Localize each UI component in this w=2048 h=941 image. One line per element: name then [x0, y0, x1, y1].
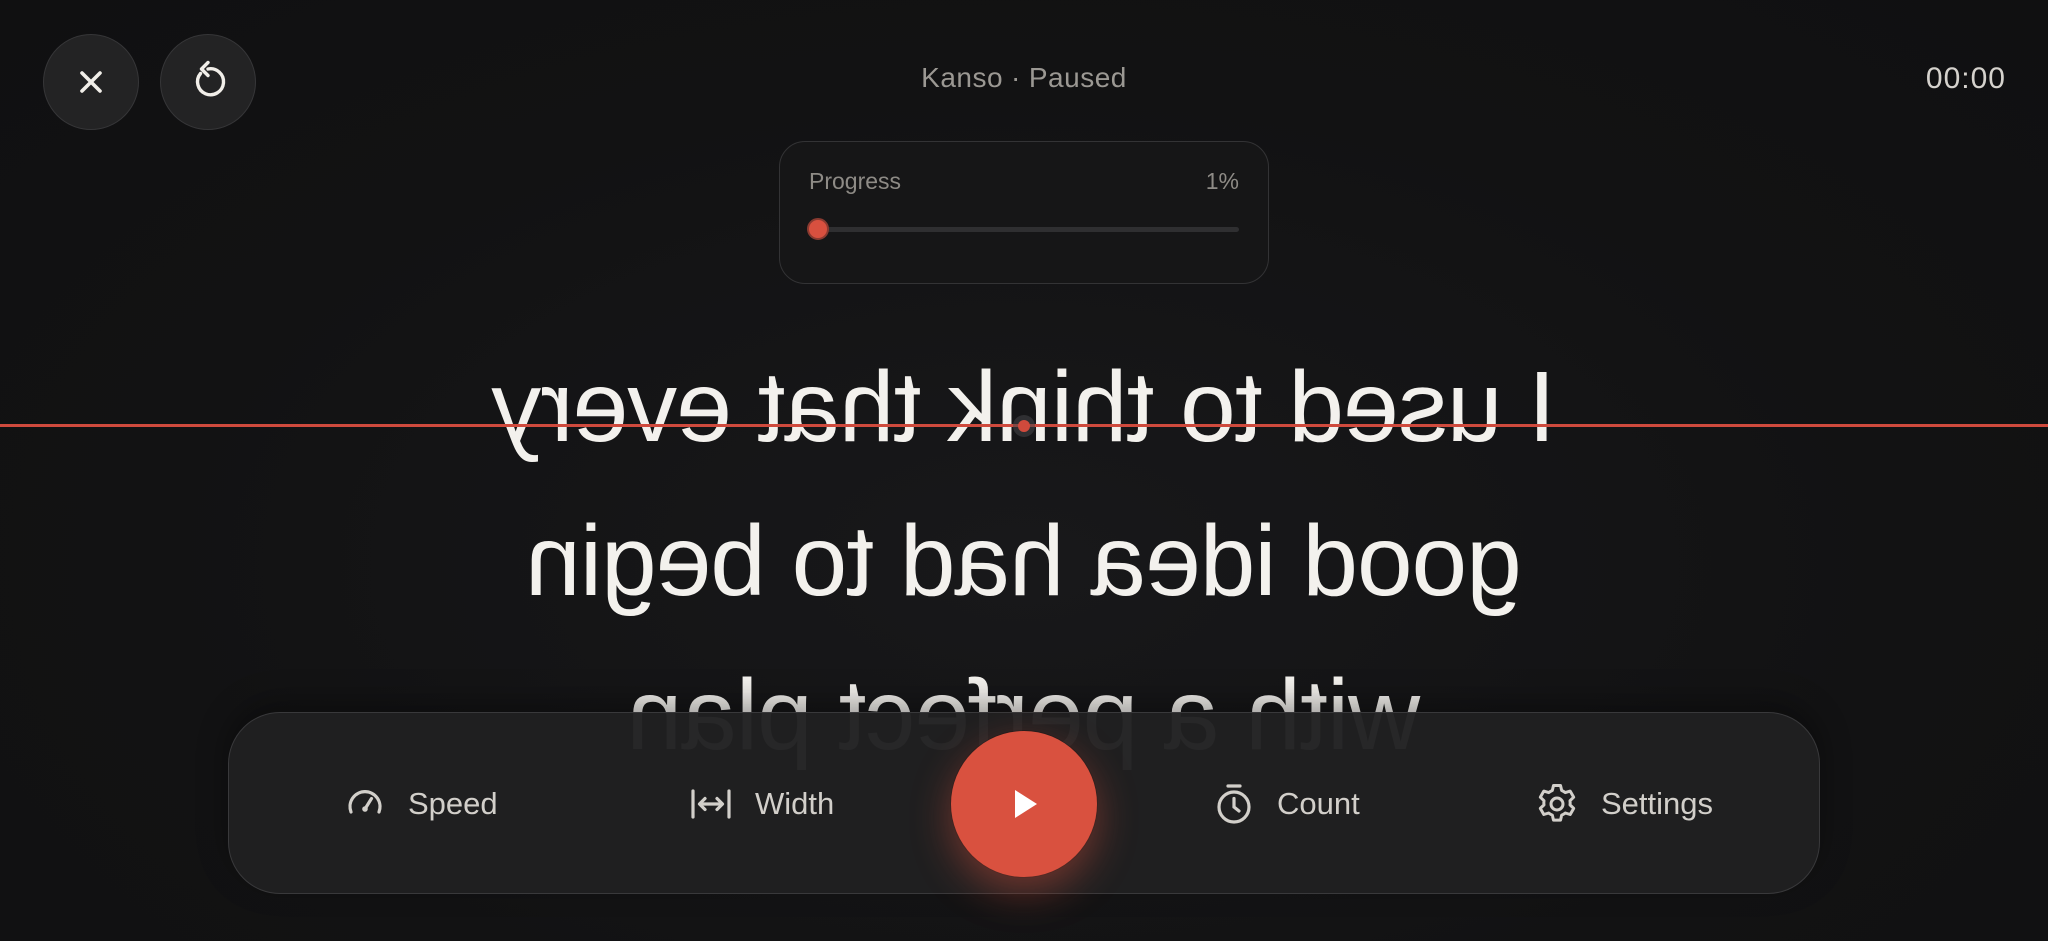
speed-button[interactable]: Speed [344, 713, 498, 895]
width-button[interactable]: Width [689, 713, 834, 895]
width-label: Width [755, 786, 835, 821]
play-button[interactable] [951, 731, 1097, 877]
title-separator: · [1011, 62, 1021, 93]
stopwatch-icon [1217, 784, 1251, 824]
count-label: Count [1277, 786, 1360, 821]
speed-label: Speed [408, 786, 498, 821]
play-icon [1015, 790, 1037, 818]
app-name: Kanso [921, 62, 1004, 93]
elapsed-timer: 00:00 [1925, 62, 2006, 95]
teleprompter-screen: Kanso · Paused 00:00 Progress 1% I used to… [0, 0, 2048, 941]
prompt-line: good idea had to begin [526, 505, 1522, 617]
prompt-line: I used to think that every [492, 351, 1556, 463]
progress-slider[interactable] [807, 218, 1239, 240]
width-arrows-icon [691, 789, 731, 819]
progress-panel: Progress 1% [779, 141, 1269, 284]
progress-thumb[interactable] [807, 218, 830, 240]
speedometer-icon [348, 790, 382, 814]
playback-status: Paused [1028, 62, 1127, 93]
reading-guide-marker [1013, 415, 1035, 437]
progress-percent: 1% [1205, 168, 1239, 194]
settings-label: Settings [1601, 786, 1714, 821]
gear-icon [1538, 784, 1576, 822]
session-title: Kanso · Paused [0, 62, 2048, 94]
progress-label: Progress [809, 168, 902, 194]
count-button[interactable]: Count [1213, 713, 1360, 895]
settings-button[interactable]: Settings [1535, 713, 1713, 895]
